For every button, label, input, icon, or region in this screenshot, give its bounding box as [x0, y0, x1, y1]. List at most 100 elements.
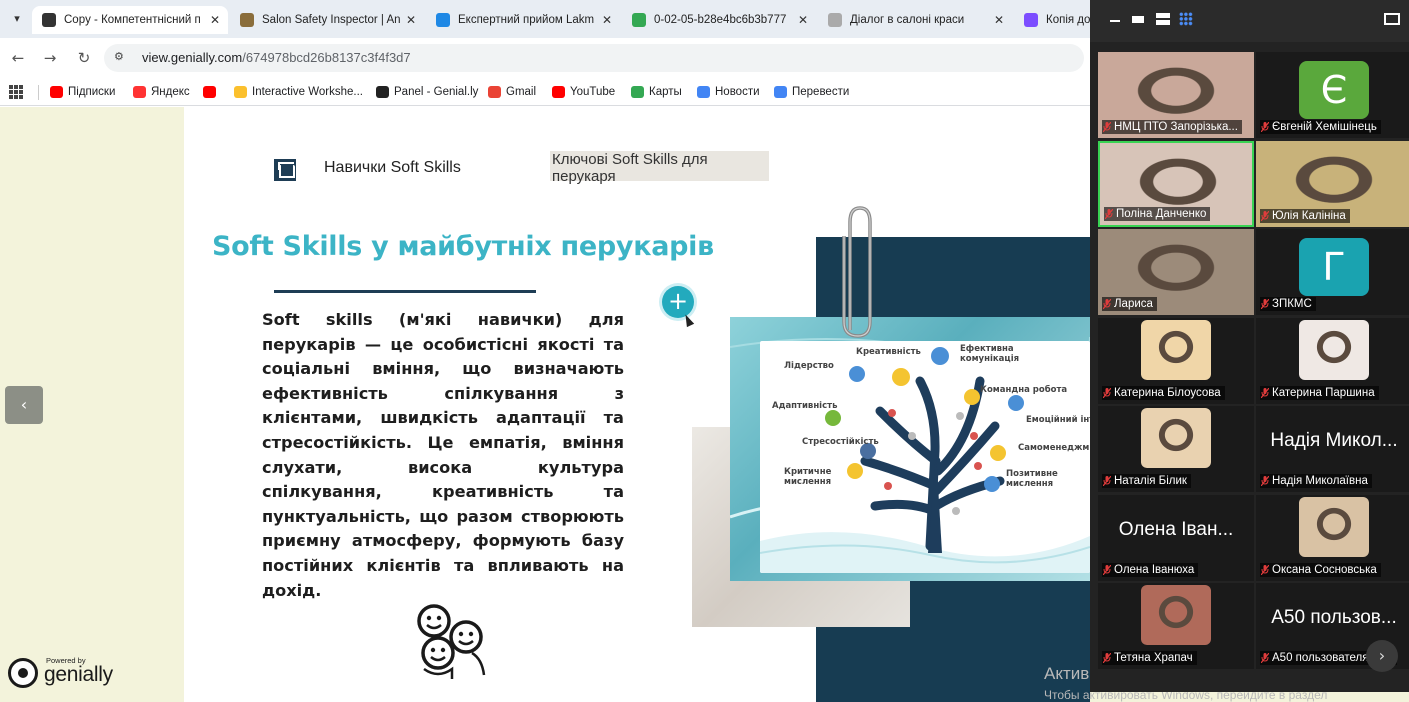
slide: Навички Soft Skills Ключові Soft Skills … — [184, 107, 1090, 702]
back-arrow-icon[interactable]: ← — [8, 48, 28, 68]
people-group-icon — [417, 604, 486, 679]
participant-big-name: Надія Микол... — [1270, 430, 1398, 451]
bookmark-item[interactable]: Яндекс — [133, 83, 190, 101]
browser-tab[interactable]: Copy - Компетентнісний п ✕ — [32, 6, 228, 34]
tab-close-icon[interactable]: ✕ — [994, 6, 1004, 34]
participant-big-name: Олена Іван... — [1118, 518, 1234, 540]
browser-tab[interactable]: Діалог в салоні краси ✕ — [818, 6, 1012, 34]
muted-mic-icon — [1102, 298, 1112, 310]
bookmark-favicon-icon — [50, 86, 63, 98]
genially-logo[interactable]: Powered by genially — [8, 653, 118, 693]
previous-slide-button[interactable]: ‹ — [5, 386, 43, 424]
tab-title: 0-02-05-b28e4bc6b3b777 — [654, 14, 787, 26]
speaker-view-icon[interactable] — [1132, 16, 1144, 23]
apps-grid-icon[interactable] — [9, 85, 23, 99]
participant-name: Юлія Калініна — [1260, 208, 1350, 223]
participant-name: Наталія Білик — [1102, 474, 1191, 488]
browser-tab[interactable]: Salon Safety Inspector | An ✕ — [230, 6, 424, 34]
muted-mic-icon — [1260, 210, 1270, 221]
participant-tile[interactable]: Г ЗПКМС — [1256, 229, 1409, 315]
tab-close-icon[interactable]: ✕ — [798, 6, 808, 34]
bookmark-item[interactable]: Підписки — [50, 83, 115, 101]
bookmark-item[interactable]: YouTube — [552, 83, 615, 101]
muted-mic-icon — [1104, 208, 1114, 219]
tab-search-chevron-icon[interactable]: ▾ — [8, 10, 26, 28]
exit-fullscreen-icon[interactable] — [1384, 13, 1400, 25]
bookmark-item[interactable]: Карты — [631, 83, 682, 101]
participant-tile[interactable]: Юлія Калініна — [1256, 140, 1409, 227]
participant-tile[interactable]: Лариса — [1098, 229, 1254, 315]
strip-view-icon[interactable] — [1156, 13, 1170, 25]
participant-avatar: Г — [1299, 238, 1369, 296]
muted-mic-icon — [1260, 564, 1270, 575]
muted-mic-icon — [1102, 121, 1112, 133]
tab-close-icon[interactable]: ✕ — [602, 6, 612, 34]
participant-video — [1299, 496, 1369, 557]
participant-tile[interactable]: Катерина Білоусова — [1098, 317, 1254, 404]
participant-name-text: ЗПКМС — [1272, 298, 1312, 310]
participant-tile[interactable]: НМЦ ПТО Запорізька... — [1098, 52, 1254, 138]
bookmark-favicon-icon — [697, 86, 710, 98]
bookmarks-divider — [38, 85, 39, 100]
participant-name-text: Тетяна Храпач — [1114, 652, 1193, 664]
browser-tab[interactable]: Експертний прийом Lakm ✕ — [426, 6, 620, 34]
tab-favicon-icon — [1024, 13, 1038, 27]
participant-tile[interactable]: Наталія Білик — [1098, 406, 1254, 492]
participant-tile[interactable]: Поліна Данченко — [1098, 140, 1254, 227]
participant-big-name: А50 пользов... — [1271, 607, 1397, 628]
participant-name: НМЦ ПТО Запорізька... — [1102, 120, 1242, 134]
tab-close-icon[interactable]: ✕ — [406, 6, 416, 34]
participant-name: Євгеній Хемішінець — [1260, 120, 1381, 134]
participant-name-text: Катерина Білоусова — [1114, 386, 1221, 399]
tab-close-icon[interactable]: ✕ — [210, 6, 220, 34]
participant-name: Надія Миколаївна — [1260, 474, 1372, 488]
reload-icon[interactable]: ↻ — [74, 48, 94, 68]
bookmark-item[interactable] — [203, 83, 221, 101]
forward-arrow-icon[interactable]: → — [40, 48, 60, 68]
participant-name-text: Катерина Паршина — [1272, 386, 1375, 399]
home-icon[interactable] — [274, 159, 296, 181]
tree-label-stress: Стресостійкість — [802, 437, 879, 447]
participant-video — [1141, 585, 1211, 645]
participant-video — [1141, 408, 1211, 468]
participant-avatar: Є — [1299, 61, 1369, 119]
muted-mic-icon — [1102, 475, 1112, 487]
bookmark-item[interactable]: Перевести — [774, 83, 849, 101]
bookmark-favicon-icon — [203, 86, 216, 98]
skill-tree-icon — [760, 347, 1090, 573]
bookmark-label: Перевести — [792, 86, 850, 98]
participant-video — [1141, 319, 1211, 380]
participant-name: Поліна Данченко — [1104, 206, 1211, 221]
participant-tile[interactable]: Є Євгеній Хемішінець — [1256, 52, 1409, 138]
url-text[interactable]: view.genially.com/674978bcd26b8137c3f4f3… — [142, 50, 411, 65]
bookmark-item[interactable]: Panel - Genial.ly — [376, 83, 478, 101]
bookmark-label: Gmail — [506, 86, 537, 98]
browser-tab[interactable]: Копія док — [1014, 6, 1090, 34]
participant-tile[interactable]: Олена Іван... Олена Іванюха — [1098, 494, 1254, 581]
participant-name-text: Євгеній Хемішінець — [1272, 121, 1377, 133]
tree-label-critical: Критичне мислення — [784, 467, 832, 487]
mouse-cursor-icon — [681, 312, 695, 328]
participant-name-text: Надія Миколаївна — [1272, 475, 1368, 487]
site-settings-icon[interactable]: ⚙ — [114, 50, 130, 66]
gallery-view-icon[interactable] — [1179, 12, 1193, 26]
browser-tab[interactable]: 0-02-05-b28e4bc6b3b777 ✕ — [622, 6, 816, 34]
bookmark-item[interactable]: Новости — [697, 83, 760, 101]
participant-tile[interactable]: Катерина Паршина — [1256, 317, 1409, 404]
minimize-icon[interactable] — [1110, 20, 1120, 22]
participant-tile[interactable]: Оксана Сосновська — [1256, 494, 1409, 581]
slide-main-title: Soft Skills у майбутніх перукарів — [212, 231, 714, 262]
participant-tile[interactable]: Надія Микол... Надія Миколаївна — [1256, 406, 1409, 492]
soft-skills-tree-image: Лідерство Креативність Ефективна комунік… — [760, 341, 1090, 573]
omnibox[interactable]: ⚙ view.genially.com/674978bcd26b8137c3f4… — [104, 44, 1084, 72]
participant-video — [1299, 319, 1369, 380]
bookmark-item[interactable]: Interactive Workshe... — [234, 83, 363, 101]
bookmark-item[interactable]: Gmail — [488, 83, 536, 101]
tree-label-leadership: Лідерство — [784, 361, 834, 371]
participant-name: Лариса — [1102, 297, 1157, 311]
muted-mic-icon — [1260, 298, 1270, 310]
next-page-chevron-icon[interactable]: › — [1366, 640, 1398, 672]
key-skills-link-box[interactable]: Ключові Soft Skills для перукаря — [550, 151, 769, 185]
muted-mic-icon — [1260, 652, 1270, 664]
participant-tile[interactable]: Тетяна Храпач — [1098, 583, 1254, 669]
